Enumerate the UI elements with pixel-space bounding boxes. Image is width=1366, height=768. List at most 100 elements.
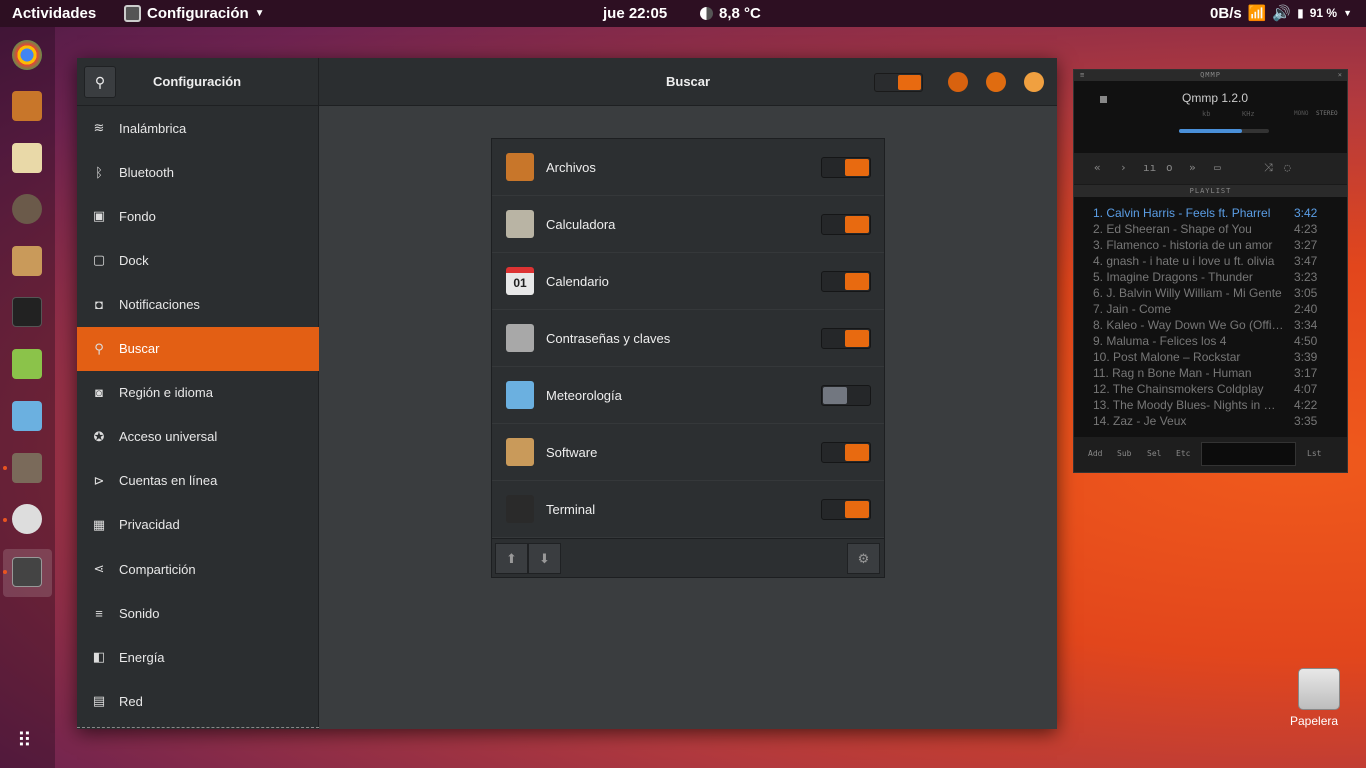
- playlist-row[interactable]: 11. Rag n Bone Man - Human 3:17: [1093, 365, 1343, 381]
- files-icon[interactable]: [12, 91, 42, 121]
- provider-toggle[interactable]: [821, 499, 871, 520]
- next-icon[interactable]: »: [1189, 161, 1196, 174]
- running-indicator: [3, 570, 7, 574]
- add-button[interactable]: Add: [1088, 449, 1102, 458]
- close-button[interactable]: [1024, 72, 1044, 92]
- close-icon[interactable]: ×: [1338, 70, 1343, 81]
- chevron-down-icon: ▼: [254, 8, 265, 19]
- maximize-button[interactable]: [986, 72, 1006, 92]
- trash-label[interactable]: Papelera: [1290, 714, 1338, 728]
- stereo-label: STEREO: [1316, 110, 1338, 117]
- sidebar-item-online-accounts[interactable]: ⊳ Cuentas en línea: [77, 459, 319, 503]
- sidebar-item-notifications[interactable]: ◘ Notificaciones: [77, 282, 319, 326]
- sidebar-item-bluetooth[interactable]: ᛒ Bluetooth: [77, 150, 319, 194]
- shuffle-icon[interactable]: ⤨: [1264, 161, 1273, 175]
- page-title: Buscar: [666, 74, 711, 89]
- magnifier-icon[interactable]: [12, 349, 42, 379]
- playlist-row[interactable]: 12. The Chainsmokers Coldplay 4:07: [1093, 381, 1343, 397]
- sidebar-item-wifi[interactable]: ≋ Inalámbrica: [77, 106, 319, 150]
- settings-window: ⚲ Configuración Buscar ≋ Inalámbrica ᛒ Blue…: [77, 58, 1057, 729]
- playlist-row[interactable]: 5. Imagine Dragons - Thunder 3:23: [1093, 269, 1343, 285]
- sidebar-item-region[interactable]: ◙ Región e idioma: [77, 371, 319, 415]
- gimp-icon[interactable]: [12, 453, 42, 483]
- provider-toggle[interactable]: [821, 157, 871, 178]
- online-accounts-icon: ⊳: [93, 472, 105, 488]
- weather-indicator[interactable]: 8,8 °C: [700, 0, 761, 27]
- playlist-row[interactable]: 9. Maluma - Felices los 4 4:50: [1093, 333, 1343, 349]
- sidebar-item-label: Bluetooth: [119, 164, 174, 180]
- playlist-row[interactable]: 8. Kaleo - Way Down We Go (Official) 3:34: [1093, 317, 1343, 333]
- activities-button[interactable]: Actividades: [12, 0, 96, 27]
- qmmp-icon[interactable]: [12, 504, 42, 534]
- accessibility-icon: ✪: [93, 428, 105, 444]
- playlist-titlebar[interactable]: PLAYLIST: [1074, 185, 1347, 197]
- mail-icon[interactable]: [12, 143, 42, 173]
- provider-toggle[interactable]: [821, 442, 871, 463]
- app-icon: [506, 324, 534, 352]
- sidebar-item-sound[interactable]: ≡ Sonido: [77, 591, 319, 635]
- volume-slider[interactable]: [1179, 129, 1269, 133]
- provider-toggle[interactable]: [821, 271, 871, 292]
- app-icon: [506, 210, 534, 238]
- mini-controls[interactable]: [1201, 442, 1296, 466]
- sidebar-item-label: Energía: [119, 649, 165, 665]
- background-icon: ▣: [92, 208, 106, 224]
- pause-icon[interactable]: ıı: [1143, 161, 1156, 174]
- search-master-toggle[interactable]: [874, 73, 923, 92]
- speaker-icon[interactable]: [12, 194, 42, 224]
- sidebar-item-background[interactable]: ▣ Fondo: [77, 194, 319, 238]
- software-icon[interactable]: [12, 246, 42, 276]
- sub-button[interactable]: Sub: [1117, 449, 1131, 458]
- system-tray[interactable]: 0B/s 📶 🔊 ▮ 91 % ▼: [1210, 0, 1352, 27]
- weather-label: 8,8 °C: [719, 5, 761, 22]
- search-button[interactable]: ⚲: [84, 66, 116, 98]
- playlist-row[interactable]: 3. Flamenco - historia de un amor 3:27: [1093, 237, 1343, 253]
- app-menu[interactable]: Configuración ▼: [124, 0, 265, 27]
- eject-icon[interactable]: ▭: [1214, 161, 1221, 174]
- mono-label: MONO: [1294, 110, 1309, 117]
- sidebar-item-power[interactable]: ◧ Energía: [77, 635, 319, 679]
- lst-button[interactable]: Lst: [1307, 449, 1321, 458]
- move-down-button[interactable]: ⬇: [528, 543, 561, 574]
- weather-icon[interactable]: [12, 401, 42, 431]
- provider-toggle[interactable]: [821, 385, 871, 406]
- track-duration: 4:23: [1294, 222, 1318, 236]
- play-icon[interactable]: ›: [1120, 161, 1127, 174]
- provider-toggle[interactable]: [821, 328, 871, 349]
- playlist-row[interactable]: 6. J. Balvin Willy William - Mi Gente 3:0…: [1093, 285, 1343, 301]
- terminal-icon[interactable]: [12, 297, 42, 327]
- minimize-button[interactable]: [948, 72, 968, 92]
- playlist-row[interactable]: 10. Post Malone – Rockstar 3:39: [1093, 349, 1343, 365]
- stop-icon[interactable]: o: [1166, 161, 1173, 174]
- qmmp-titlebar[interactable]: ≡ QMMP ×: [1074, 70, 1347, 81]
- sel-button[interactable]: Sel: [1147, 449, 1161, 458]
- etc-button[interactable]: Etc: [1176, 449, 1190, 458]
- sidebar-item-network[interactable]: ▤ Red: [77, 679, 319, 723]
- sidebar-item-search[interactable]: ⚲ Buscar: [77, 326, 319, 371]
- sidebar-item-share[interactable]: ⋖ Compartición: [77, 547, 319, 591]
- chrome-icon[interactable]: [12, 40, 42, 70]
- sound-icon: ≡: [95, 605, 103, 621]
- sidebar-item-privacy[interactable]: ▦ Privacidad: [77, 503, 319, 547]
- settings-icon[interactable]: [12, 557, 42, 587]
- previous-icon[interactable]: «: [1094, 161, 1101, 174]
- trash-icon[interactable]: [1298, 668, 1340, 710]
- menu-icon[interactable]: ≡: [1080, 70, 1085, 81]
- clock[interactable]: jue 22:05: [603, 0, 667, 27]
- sidebar-item-accessibility[interactable]: ✪ Acceso universal: [77, 415, 319, 459]
- provider-toggle[interactable]: [821, 214, 871, 235]
- preferences-button[interactable]: ⚙: [847, 543, 880, 574]
- move-up-button[interactable]: ⬆: [495, 543, 528, 574]
- sidebar-item-dock[interactable]: ▢ Dock: [77, 238, 319, 282]
- region-icon: ◙: [95, 385, 103, 401]
- playlist-row[interactable]: 13. The Moody Blues- Nights in White 4:22: [1093, 397, 1343, 413]
- show-apps-icon[interactable]: ⠿: [17, 731, 37, 751]
- playlist-row[interactable]: 2. Ed Sheeran - Shape of You 4:23: [1093, 221, 1343, 237]
- playlist-row[interactable]: 14. Zaz - Je Veux 3:35: [1093, 413, 1343, 429]
- playlist-row[interactable]: 7. Jain - Come 2:40: [1093, 301, 1343, 317]
- playlist-row[interactable]: 4. gnash - i hate u i love u ft. olivia 3…: [1093, 253, 1343, 269]
- top-bar: Actividades Configuración ▼ jue 22:05 8,…: [0, 0, 1366, 27]
- playlist-row[interactable]: 1. Calvin Harris - Feels ft. Pharrel 3:42: [1093, 205, 1343, 221]
- track-title: 2. Ed Sheeran - Shape of You: [1093, 222, 1252, 236]
- repeat-icon[interactable]: ◌: [1284, 161, 1291, 174]
